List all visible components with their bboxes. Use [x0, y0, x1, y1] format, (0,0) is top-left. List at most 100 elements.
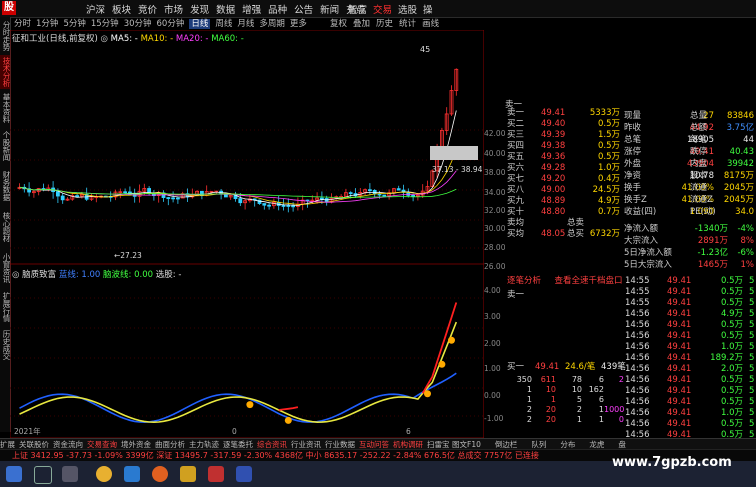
menu-item-right[interactable]: 操	[423, 5, 433, 16]
menu-item[interactable]: 发现	[190, 5, 209, 16]
right-bottom-tab[interactable]: 龙虎	[589, 440, 604, 449]
right-bottom-tab[interactable]: 图文F10	[452, 440, 481, 449]
task-view-icon[interactable]	[62, 466, 78, 482]
tool-button[interactable]: 统计	[399, 19, 416, 29]
bottom-tab[interactable]: 逐笔委托	[223, 440, 253, 449]
period-tab[interactable]: 60分钟	[157, 19, 185, 29]
book-row[interactable]: 买五 49.36 0.5万	[505, 152, 620, 162]
bottom-tab[interactable]: 扩展	[0, 440, 15, 449]
app-icon-2[interactable]	[236, 466, 252, 482]
book-label: 买九	[507, 196, 525, 206]
tick-flag: 5	[749, 353, 755, 363]
tool-button[interactable]: 历史	[376, 19, 393, 29]
quote-value-2: 34.0	[735, 207, 754, 217]
kline-chart[interactable]: 37.13 - 38.94 ←27.23 45 2021年 0 6	[10, 30, 484, 438]
flow-row: 净流入额 -1340万 -4%	[624, 224, 754, 235]
left-tab[interactable]: 核心题材	[0, 207, 11, 247]
bottom-tab[interactable]: 综合资讯	[257, 440, 287, 449]
book-row[interactable]: 买六 49.28 1.0万	[505, 163, 620, 173]
book-row[interactable]: 买二 49.40 0.5万	[505, 119, 620, 129]
right-bottom-tab[interactable]: 分布	[560, 440, 575, 449]
bottom-tab[interactable]: 资金流向	[53, 440, 83, 449]
menu-item[interactable]: 新闻	[320, 5, 339, 16]
left-tab[interactable]: 基本资料	[0, 91, 11, 125]
period-tab[interactable]: 30分钟	[124, 19, 152, 29]
top-menu-bar: 股 沪深 板块 竞价 市场 发现 数据 增强 品种 公告 新闻 充点 智富 交易 选股操	[0, 0, 756, 18]
bottom-tab[interactable]: 互动问答	[359, 440, 389, 449]
tool-button[interactable]: 画线	[422, 19, 439, 29]
menu-item[interactable]: 数据	[216, 5, 235, 16]
menu-item-right[interactable]: 交易	[373, 5, 392, 16]
menu-item[interactable]: 品种	[268, 5, 287, 16]
chrome-icon[interactable]	[96, 466, 112, 482]
left-tab[interactable]: 个股新闻	[0, 127, 11, 165]
quote-value-2: 83846	[726, 111, 754, 121]
period-tab[interactable]: 日线	[189, 19, 211, 29]
book-row[interactable]: 买十 48.80 0.7万	[505, 207, 620, 217]
period-tab[interactable]: 月线	[237, 19, 254, 29]
menu-item-right[interactable]: 选股	[398, 5, 417, 16]
period-tab[interactable]: 更多	[290, 19, 307, 29]
period-tab[interactable]: 5分钟	[63, 19, 85, 29]
bottom-tab[interactable]: 行业数据	[325, 440, 355, 449]
period-tab[interactable]: 1分钟	[36, 19, 58, 29]
bottom-tab[interactable]: 主力轨迹	[189, 440, 219, 449]
tick-analysis-button[interactable]: 逐笔分析	[507, 276, 541, 286]
bottom-tab[interactable]: 交易查询	[87, 440, 117, 449]
bottom-tab[interactable]: 曲面分析	[155, 440, 185, 449]
period-tab[interactable]: 15分钟	[91, 19, 119, 29]
bottom-tab[interactable]: 境外资金	[121, 440, 151, 449]
period-tab[interactable]: 周线	[215, 19, 232, 29]
left-tab[interactable]: 小窗资讯	[0, 249, 11, 287]
windows-start-icon[interactable]	[6, 466, 22, 482]
book-row[interactable]: 卖一 49.41 5333万	[505, 108, 620, 118]
app-icon[interactable]	[208, 466, 224, 482]
bottom-tab[interactable]: 行业资讯	[291, 440, 321, 449]
period-tab[interactable]: 分时	[14, 19, 31, 29]
folder-icon[interactable]	[180, 466, 196, 482]
book-row[interactable]: 买八 49.00 24.5万	[505, 185, 620, 195]
bottom-tab[interactable]: 机构调研	[393, 440, 423, 449]
book-volume: 0.4万	[597, 174, 620, 184]
firefox-icon[interactable]	[152, 466, 168, 482]
left-tab[interactable]: 扩展行情	[0, 289, 11, 325]
book-volume: 0.7万	[597, 207, 620, 217]
menu-item[interactable]: 竞价	[138, 5, 157, 16]
book-row[interactable]: 买七 49.20 0.4万	[505, 174, 620, 184]
indicator-yellow-line	[19, 321, 458, 424]
settings-icon[interactable]: ◎	[12, 270, 19, 280]
book-row[interactable]: 买九 48.89 4.9万	[505, 196, 620, 206]
x-label-1: 0	[232, 427, 237, 436]
bottom-tab[interactable]: 扫雷宝	[427, 440, 450, 449]
menu-item[interactable]: 公告	[294, 5, 313, 16]
indicator-name: 脑质致富	[22, 270, 57, 280]
right-bottom-tab[interactable]: 倒边栏	[495, 440, 518, 449]
menu-item[interactable]: 沪深	[86, 5, 105, 16]
axis-label: 28.00	[484, 243, 506, 252]
bottom-tab[interactable]: 关联股价	[19, 440, 49, 449]
indicator-axis-label: 4.00	[484, 286, 501, 295]
tool-button[interactable]: 复权	[330, 19, 347, 29]
menu-item[interactable]: 市场	[164, 5, 183, 16]
book-row[interactable]: 买三 49.39 1.5万	[505, 130, 620, 140]
book-volume: 24.5万	[592, 185, 620, 195]
book-row[interactable]: 买四 49.38 0.5万	[505, 141, 620, 151]
axis-label: 38.00	[484, 168, 506, 177]
search-icon[interactable]	[34, 466, 52, 484]
menu-item[interactable]: 板块	[112, 5, 131, 16]
depth-view-button[interactable]: 查看全速千档盘口	[555, 276, 623, 286]
left-tab[interactable]: 技术分析	[0, 55, 11, 89]
left-tab[interactable]: 分时走势	[0, 19, 11, 53]
left-tab[interactable]: 历史成交	[0, 327, 11, 363]
tool-button[interactable]: 叠加	[353, 19, 370, 29]
period-tab[interactable]: 多周期	[259, 19, 285, 29]
edge-icon[interactable]	[124, 466, 140, 482]
right-bottom-tab[interactable]: 队列	[531, 440, 546, 449]
menu-item[interactable]: 增强	[242, 5, 261, 16]
tick-flag: 5	[749, 309, 755, 319]
tick-row: 14:56 49.41 0.5万 5	[625, 397, 755, 408]
right-bottom-tab[interactable]: 盘	[618, 440, 626, 449]
left-tab[interactable]: 财务数据	[0, 167, 11, 205]
quote-label: 换手	[624, 183, 642, 193]
menu-item-right[interactable]: 智富	[348, 5, 367, 16]
